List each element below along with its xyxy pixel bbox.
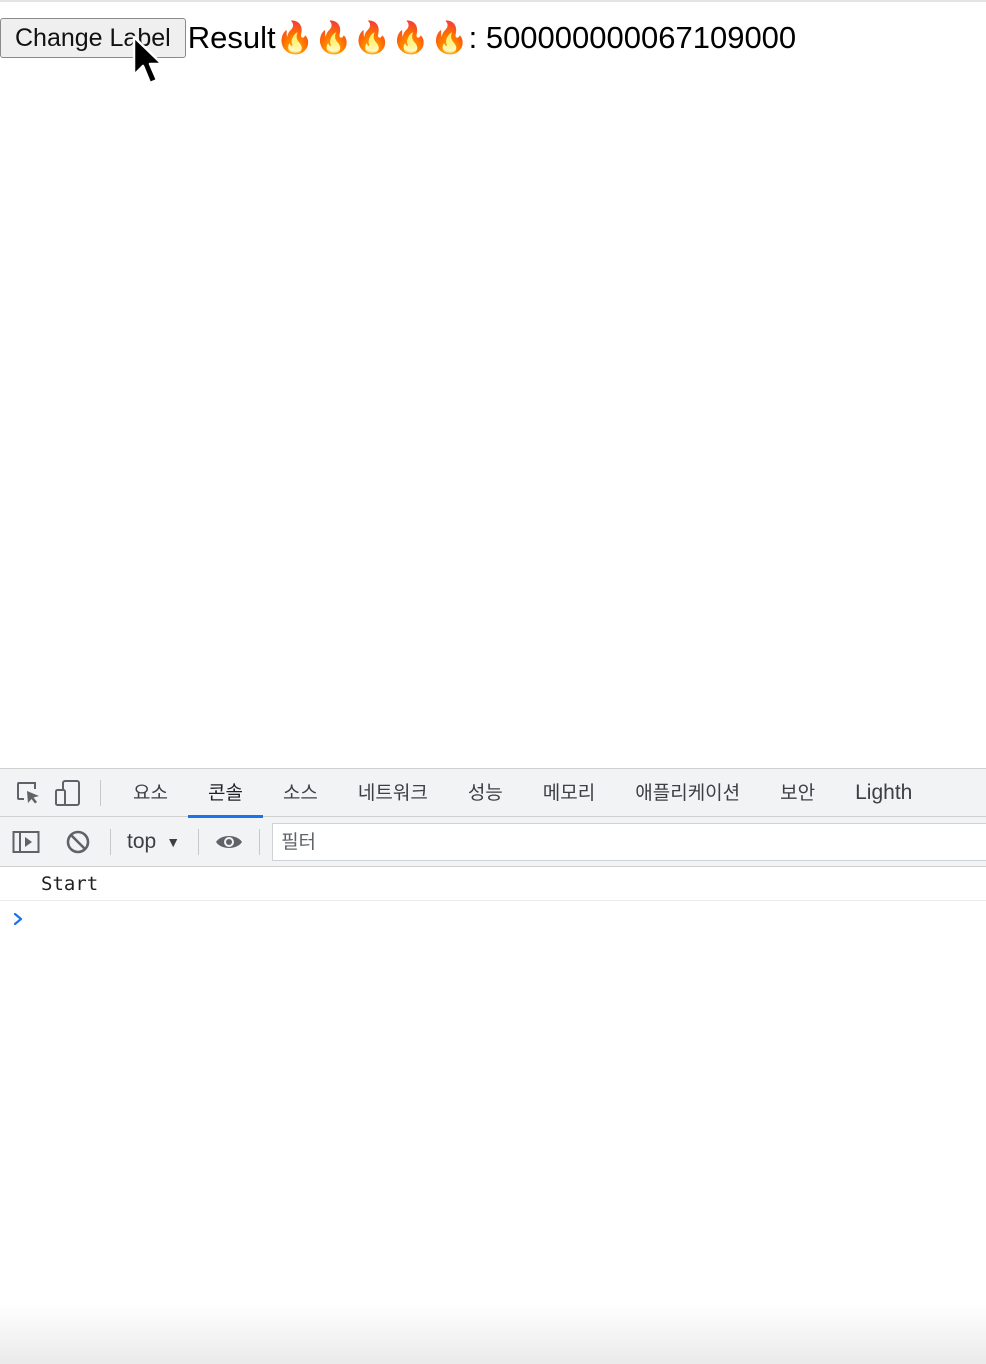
live-expression-icon[interactable] (211, 818, 247, 866)
device-toolbar-icon[interactable] (48, 769, 88, 817)
toolbar-divider (259, 828, 261, 855)
tab-sources[interactable]: 소스 (263, 769, 338, 817)
tab-console[interactable]: 콘솔 (187, 769, 263, 818)
bottom-shadow (0, 1304, 986, 1364)
chevron-right-icon (13, 912, 23, 926)
tab-performance[interactable]: 성능 (448, 769, 523, 817)
tab-security[interactable]: 보안 (760, 769, 835, 817)
result-separator: : (468, 20, 478, 55)
devtools-panel: 요소 콘솔 소스 네트워크 성능 메모리 애플리케이션 보안 Lighth to… (0, 768, 986, 1364)
toolbar-divider (110, 828, 111, 855)
demo-row: Change Label Result🔥🔥🔥🔥🔥: 50000000006710… (0, 16, 796, 60)
caret-down-icon: ▼ (166, 833, 181, 850)
show-sidebar-icon[interactable] (6, 818, 46, 866)
context-selector[interactable]: top ▼ (123, 830, 186, 854)
clear-console-icon[interactable] (58, 818, 98, 866)
console-output: Start (0, 867, 986, 937)
result-prefix: Result (187, 20, 276, 55)
browser-viewport: Change Label Result🔥🔥🔥🔥🔥: 50000000006710… (0, 0, 986, 768)
mouse-pointer-icon (132, 35, 164, 85)
context-label: top (127, 829, 157, 853)
result-label: Result🔥🔥🔥🔥🔥: 500000000067109000 (188, 18, 796, 58)
console-filter-input[interactable] (272, 822, 986, 861)
console-toolbar: top ▼ (0, 817, 986, 867)
fire-emoji-icons: 🔥🔥🔥🔥🔥 (275, 20, 469, 55)
inspect-element-icon[interactable] (8, 769, 48, 817)
toolbar-divider (198, 828, 200, 855)
tab-elements[interactable]: 요소 (113, 769, 188, 817)
tab-application[interactable]: 애플리케이션 (615, 769, 760, 817)
tab-memory[interactable]: 메모리 (523, 769, 615, 817)
console-message: Start (0, 867, 986, 901)
result-value: 500000000067109000 (485, 20, 797, 55)
tab-lighthouse[interactable]: Lighth (835, 769, 932, 817)
tab-network[interactable]: 네트워크 (338, 769, 448, 817)
devtools-tabbar: 요소 콘솔 소스 네트워크 성능 메모리 애플리케이션 보안 Lighth (0, 769, 986, 818)
tab-divider (100, 779, 101, 806)
console-prompt[interactable] (0, 901, 986, 937)
